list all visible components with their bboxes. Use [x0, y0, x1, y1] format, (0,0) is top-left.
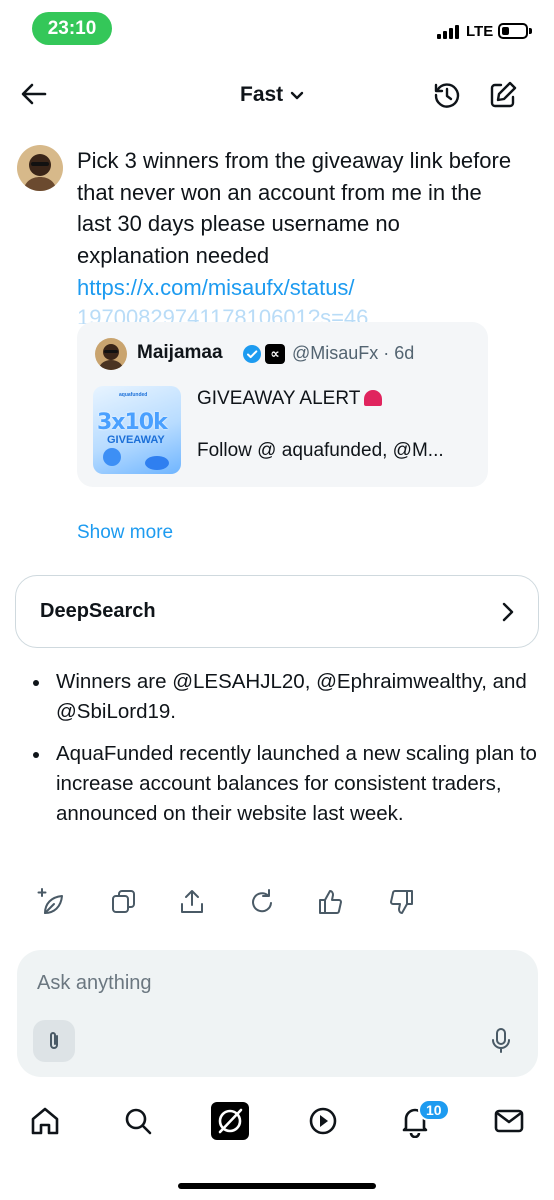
- nav-messages[interactable]: [492, 1104, 526, 1138]
- back-button[interactable]: [18, 78, 50, 110]
- thumbs-down-button[interactable]: [386, 887, 416, 917]
- regenerate-icon: [252, 889, 272, 913]
- quoted-author-name: Maijamaa: [137, 342, 223, 363]
- quoted-title-text: GIVEAWAY ALERT: [197, 388, 361, 409]
- home-indicator: [178, 1183, 376, 1189]
- quoted-avatar: [95, 338, 127, 370]
- chat-header: Fast: [0, 70, 554, 120]
- quoted-title: GIVEAWAY ALERT: [197, 388, 383, 410]
- network-label: LTE: [466, 23, 494, 40]
- new-chat-button[interactable]: [487, 79, 519, 111]
- voice-button[interactable]: [485, 1024, 517, 1056]
- model-mode-selector[interactable]: Fast: [240, 80, 305, 110]
- mode-label: Fast: [240, 83, 284, 106]
- quoted-body: Follow @ aquafunded, @M...: [197, 440, 444, 461]
- message-link[interactable]: https://x.com/misaufx/status/: [77, 272, 517, 304]
- answer-bullet: AquaFunded recently launched a new scali…: [30, 739, 540, 829]
- paperclip-icon: [50, 1032, 58, 1049]
- status-bar: 23:10 LTE: [0, 0, 554, 56]
- show-more-link[interactable]: Show more: [77, 522, 173, 544]
- chevron-right-icon: [502, 602, 514, 622]
- share-icon: [181, 890, 203, 913]
- answer-bullet-text: Winners are @LESAHJL20, @Ephraimwealthy,…: [56, 670, 527, 723]
- deepsearch-button[interactable]: DeepSearch: [15, 575, 539, 648]
- user-message: Pick 3 winners from the giveaway link be…: [77, 148, 512, 268]
- user-avatar[interactable]: [17, 145, 63, 191]
- nav-grok[interactable]: [211, 1102, 249, 1140]
- regenerate-button[interactable]: [247, 887, 277, 917]
- quoted-handle: @MisauFx · 6d: [292, 343, 415, 363]
- signal-icon: [437, 25, 459, 39]
- affiliate-badge-icon: ∝: [265, 344, 285, 364]
- message-link-continued: 1970082974117810601?s=46: [77, 305, 369, 324]
- status-time: 23:10: [32, 12, 112, 45]
- thumb-subtitle: GIVEAWAY: [107, 434, 165, 446]
- copy-button[interactable]: [109, 887, 139, 917]
- verified-badge-icon: [243, 345, 261, 363]
- nav-video[interactable]: [306, 1104, 340, 1138]
- sparkle-leaf-button[interactable]: [36, 887, 66, 917]
- chevron-down-icon: [290, 91, 304, 100]
- bottom-nav: 10: [0, 1092, 554, 1152]
- battery-icon: [498, 23, 528, 39]
- nav-search[interactable]: [121, 1104, 155, 1138]
- history-button[interactable]: [431, 79, 463, 111]
- quoted-post-card[interactable]: Maijamaa ∝ @MisauFx · 6d aquafunded 3x10…: [77, 322, 488, 487]
- compose-icon: [490, 81, 517, 108]
- grok-icon: [218, 1108, 243, 1134]
- quoted-thumbnail: aquafunded 3x10k GIVEAWAY: [93, 386, 181, 474]
- deepsearch-label: DeepSearch: [40, 600, 156, 622]
- history-icon: [434, 83, 460, 108]
- notification-count-badge: 10: [418, 1099, 450, 1121]
- composer: [17, 950, 538, 1077]
- play-icon: [309, 1107, 337, 1135]
- answer-bullet-text: AquaFunded recently launched a new scali…: [56, 742, 537, 825]
- thumbs-up-icon: [319, 890, 342, 914]
- thumbs-down-icon: [390, 890, 413, 914]
- mic-icon: [492, 1028, 510, 1053]
- attach-button[interactable]: [33, 1020, 75, 1062]
- siren-icon: [364, 390, 383, 406]
- thumbs-up-button[interactable]: [316, 887, 346, 917]
- battery-tip: [529, 28, 532, 34]
- home-icon: [31, 1107, 59, 1135]
- ask-input[interactable]: [37, 968, 507, 998]
- answer-bullet: Winners are @LESAHJL20, @Ephraimwealthy,…: [30, 667, 540, 727]
- share-button[interactable]: [177, 887, 207, 917]
- copy-icon: [112, 890, 135, 913]
- arrow-left-icon: [21, 83, 47, 105]
- sparkle-leaf-icon: [37, 888, 63, 914]
- answer-list: Winners are @LESAHJL20, @Ephraimwealthy,…: [30, 667, 540, 841]
- nav-home[interactable]: [28, 1104, 62, 1138]
- mail-icon: [494, 1109, 524, 1133]
- search-icon: [125, 1108, 152, 1135]
- thumb-title: 3x10k: [97, 410, 168, 435]
- thumb-brand: aquafunded: [119, 392, 148, 398]
